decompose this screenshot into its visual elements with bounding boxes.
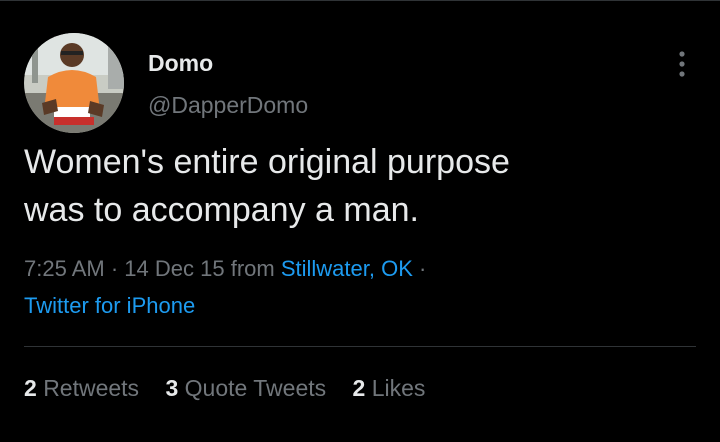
meta-separator: · bbox=[419, 256, 427, 281]
likes-count: 2 bbox=[352, 375, 366, 401]
more-options-button[interactable] bbox=[664, 46, 700, 82]
top-divider bbox=[0, 0, 720, 1]
tweet-date[interactable]: 14 Dec 15 bbox=[124, 256, 224, 281]
likes-label: Likes bbox=[371, 375, 426, 401]
quote-tweets-label: Quote Tweets bbox=[184, 375, 327, 401]
retweets-label: Retweets bbox=[43, 375, 140, 401]
author-display-name[interactable]: Domo bbox=[148, 48, 213, 78]
engagement-stats: 2 Retweets 3 Quote Tweets 2 Likes bbox=[24, 371, 445, 405]
quote-tweets-stat[interactable]: 3 Quote Tweets bbox=[165, 371, 326, 405]
from-label: from bbox=[230, 256, 275, 281]
stats-divider bbox=[24, 346, 696, 347]
tweet-meta: 7:25 AM · 14 Dec 15 from Stillwater, OK … bbox=[24, 250, 684, 324]
tweet-text-line-1: Women's entire original purpose bbox=[24, 143, 510, 181]
tweet-time[interactable]: 7:25 AM bbox=[24, 256, 105, 281]
location-link[interactable]: Stillwater, OK bbox=[281, 256, 413, 281]
avatar[interactable] bbox=[24, 33, 124, 133]
source-link[interactable]: Twitter for iPhone bbox=[24, 293, 195, 318]
author-handle[interactable]: @DapperDomo bbox=[148, 90, 308, 120]
tweet-text: Women's entire original purpose was to ac… bbox=[24, 138, 684, 234]
likes-stat[interactable]: 2 Likes bbox=[353, 371, 426, 405]
quote-tweets-count: 3 bbox=[165, 375, 179, 401]
tweet-text-line-2: was to accompany a man. bbox=[24, 191, 419, 229]
retweets-stat[interactable]: 2 Retweets bbox=[24, 371, 139, 405]
more-vertical-icon bbox=[679, 51, 685, 77]
retweets-count: 2 bbox=[24, 375, 37, 401]
meta-separator: · bbox=[110, 256, 119, 281]
